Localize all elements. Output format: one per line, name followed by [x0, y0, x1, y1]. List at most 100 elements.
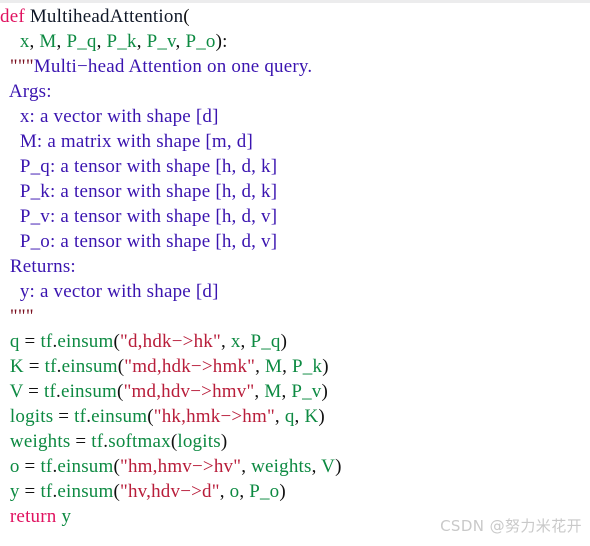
code-token-name: M	[264, 381, 282, 402]
code-token-name: tf	[40, 331, 53, 352]
code-token-name: tf	[40, 481, 53, 502]
code-token-punct	[0, 281, 20, 302]
code-token-name: logits	[9, 406, 54, 427]
code-token-name: o	[229, 481, 240, 502]
code-token-str: "md,hdk−>hmk"	[124, 356, 256, 377]
code-token-punct	[0, 106, 20, 127]
code-token-punct: )	[321, 381, 329, 402]
code-token-name: einsum	[57, 481, 114, 502]
code-token-punct	[0, 81, 9, 102]
code-token-punct	[0, 231, 20, 252]
code-token-punct	[0, 381, 10, 402]
code-token-punct	[0, 56, 10, 77]
code-token-doc: P_q: a tensor with shape [h, d, k]	[19, 156, 278, 177]
code-token-punct: ,	[29, 31, 40, 52]
code-token-str: "hk,hmk−>hm"	[153, 406, 275, 427]
code-line: """	[0, 304, 590, 329]
code-token-doc: y: a vector with shape [d]	[19, 281, 219, 302]
code-token-name: V	[9, 381, 24, 402]
code-token-name: x	[19, 31, 30, 52]
code-token-punct: =	[53, 406, 75, 427]
code-line: M: a matrix with shape [m, d]	[0, 129, 590, 154]
code-token-name: P_o	[185, 31, 216, 52]
code-token-punct	[0, 431, 10, 452]
code-token-punct: ,	[219, 481, 230, 502]
code-token-name: tf	[44, 356, 57, 377]
code-line: x: a vector with shape [d]	[0, 104, 590, 129]
code-token-punct: =	[23, 356, 45, 377]
code-token-doc: x: a vector with shape [d]	[19, 106, 219, 127]
code-token-name: q	[284, 406, 295, 427]
code-token-str: "hm,hmv−>hv"	[120, 456, 242, 477]
code-token-kw: return	[9, 506, 57, 527]
code-token-name: K	[9, 356, 24, 377]
code-token-name: tf	[74, 406, 87, 427]
code-token-punct: )	[335, 456, 342, 477]
code-token-name: tf	[91, 431, 104, 452]
code-token-punct: )	[220, 431, 228, 452]
code-token-punct	[0, 206, 20, 227]
code-token-punct: ,	[175, 31, 186, 52]
code-token-punct: ,	[255, 356, 266, 377]
code-token-punct: ,	[254, 381, 265, 402]
code-token-punct: ,	[220, 331, 231, 352]
code-token-punct: ,	[96, 31, 107, 52]
code-token-doc: P_k: a tensor with shape [h, d, k]	[19, 181, 278, 202]
code-token-punct	[0, 481, 10, 502]
code-token-punct: ,	[241, 456, 252, 477]
code-line: logits = tf.einsum("hk,hmk−>hm", q, K)	[0, 404, 590, 429]
code-token-name: M	[265, 356, 283, 377]
code-token-punct: =	[19, 331, 41, 352]
code-line: P_q: a tensor with shape [h, d, k]	[0, 154, 590, 179]
code-token-name: y	[9, 481, 20, 502]
code-token-punct: ,	[274, 406, 285, 427]
code-token-name: tf	[43, 381, 56, 402]
code-token-punct: ):	[215, 31, 228, 52]
code-token-str: "d,hdk−>hk"	[120, 331, 221, 352]
top-edge-strip	[0, 0, 590, 3]
code-token-punct	[0, 156, 20, 177]
code-token-name: x	[230, 331, 241, 352]
code-token-name: softmax	[108, 431, 171, 452]
code-token-name: P_k	[106, 31, 137, 52]
code-token-name: einsum	[57, 456, 114, 477]
code-token-punct: ,	[311, 456, 322, 477]
code-token-quote: """	[9, 56, 34, 77]
code-line: """Multi−head Attention on one query.	[0, 54, 590, 79]
code-token-punct: ,	[136, 31, 147, 52]
code-line: P_v: a tensor with shape [h, d, v]	[0, 204, 590, 229]
code-line: q = tf.einsum("d,hdk−>hk", x, P_q)	[0, 329, 590, 354]
code-token-name: P_v	[146, 31, 176, 52]
code-token-punct: ,	[282, 356, 293, 377]
code-line: y = tf.einsum("hv,hdv−>d", o, P_o)	[0, 479, 590, 504]
code-token-punct: =	[23, 381, 44, 402]
code-token-kw: def	[0, 6, 25, 27]
code-line: o = tf.einsum("hm,hmv−>hv", weights, V)	[0, 454, 590, 479]
code-token-name: logits	[177, 431, 221, 452]
code-token-punct	[0, 31, 20, 52]
code-token-punct	[0, 506, 10, 527]
code-token-punct	[0, 131, 20, 152]
code-token-punct	[0, 256, 10, 277]
code-line: Returns:	[0, 254, 590, 279]
code-token-name: einsum	[91, 406, 148, 427]
code-token-doc: M: a matrix with shape [m, d]	[19, 131, 254, 152]
code-token-punct: =	[19, 481, 41, 502]
code-token-punct	[0, 331, 10, 352]
code-token-fn: MultiheadAttention	[29, 6, 184, 27]
code-token-punct: ,	[240, 331, 251, 352]
code-line: V = tf.einsum("md,hdv−>hmv", M, P_v)	[0, 379, 590, 404]
code-token-name: o	[9, 456, 20, 477]
code-token-doc: P_o: a tensor with shape [h, d, v]	[19, 231, 278, 252]
csdn-watermark: CSDN @努力米花开	[440, 517, 582, 535]
code-token-name: y	[61, 506, 72, 527]
code-token-punct: )	[279, 481, 286, 502]
code-token-doc: Returns:	[9, 256, 76, 277]
code-token-str: "hv,hdv−>d"	[120, 481, 220, 502]
code-token-name: P_o	[249, 481, 280, 502]
code-token-name: einsum	[60, 381, 118, 402]
code-token-punct: )	[322, 356, 329, 377]
code-line: P_o: a tensor with shape [h, d, v]	[0, 229, 590, 254]
code-token-punct: )	[318, 406, 325, 427]
code-line: P_k: a tensor with shape [h, d, k]	[0, 179, 590, 204]
